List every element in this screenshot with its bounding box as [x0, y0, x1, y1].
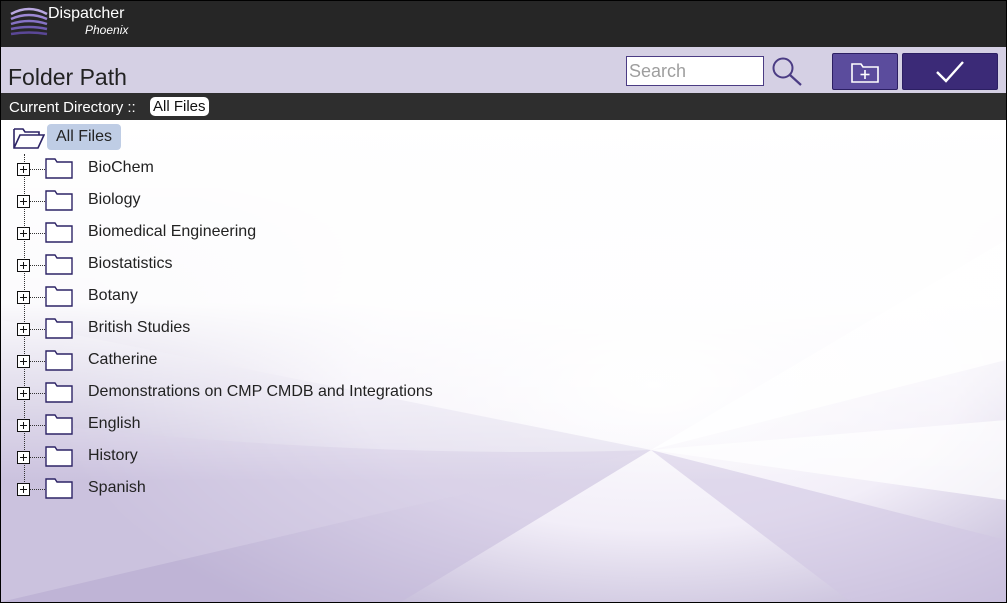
- folder-label[interactable]: English: [88, 415, 140, 433]
- add-folder-icon: [851, 62, 879, 83]
- folder-label[interactable]: Botany: [88, 287, 138, 305]
- page-title: Folder Path: [8, 64, 127, 90]
- folder-open-icon: [13, 128, 45, 149]
- tree-folder-row[interactable]: Catherine: [17, 347, 717, 373]
- plus-expander-icon[interactable]: [17, 451, 30, 464]
- confirm-button[interactable]: [902, 53, 998, 90]
- folder-icon: [45, 158, 73, 179]
- folder-icon: [45, 478, 73, 499]
- checkmark-icon: [936, 60, 964, 83]
- tree-folder-row[interactable]: British Studies: [17, 315, 717, 341]
- tree-folder-row[interactable]: Biomedical Engineering: [17, 219, 717, 245]
- tree-folder-row[interactable]: Biology: [17, 187, 717, 213]
- top-bar: Dispatcher Phoenix: [1, 1, 1006, 47]
- folder-path-window: Dispatcher Phoenix Folder Path Current D…: [0, 0, 1007, 603]
- tree-folder-row[interactable]: Botany: [17, 283, 717, 309]
- tree-folder-row[interactable]: History: [17, 443, 717, 469]
- folder-label[interactable]: BioChem: [88, 159, 154, 177]
- plus-expander-icon[interactable]: [17, 355, 30, 368]
- folder-icon: [45, 222, 73, 243]
- folder-icon: [45, 446, 73, 467]
- dispatcher-logo-icon: [10, 7, 48, 36]
- plus-expander-icon[interactable]: [17, 387, 30, 400]
- tree-root-all-files[interactable]: All Files: [47, 124, 122, 150]
- folder-icon: [45, 318, 73, 339]
- tree-folder-row[interactable]: Spanish: [17, 475, 717, 501]
- folder-label[interactable]: Spanish: [88, 479, 146, 497]
- brand-name: Dispatcher: [48, 5, 125, 22]
- folder-icon: [45, 414, 73, 435]
- plus-expander-icon[interactable]: [17, 227, 30, 240]
- folder-icon: [45, 286, 73, 307]
- brand-subtitle: Phoenix: [85, 23, 129, 37]
- folder-label[interactable]: British Studies: [88, 319, 190, 337]
- tree-folder-row[interactable]: Demonstrations on CMP CMDB and Integrati…: [17, 379, 717, 405]
- plus-expander-icon[interactable]: [17, 163, 30, 176]
- plus-expander-icon[interactable]: [17, 323, 30, 336]
- folder-icon: [45, 254, 73, 275]
- folder-label[interactable]: History: [88, 447, 138, 465]
- folder-icon: [45, 350, 73, 371]
- folder-icon: [45, 190, 73, 211]
- plus-expander-icon[interactable]: [17, 259, 30, 272]
- plus-expander-icon[interactable]: [17, 419, 30, 432]
- folder-label[interactable]: Biomedical Engineering: [88, 223, 256, 241]
- current-directory-label: Current Directory ::: [9, 99, 136, 116]
- plus-expander-icon[interactable]: [17, 483, 30, 496]
- header-bar: Folder Path: [1, 47, 1006, 93]
- folder-tree-panel: All Files BioChem Biology Biomedical Eng…: [1, 120, 1006, 602]
- add-folder-button[interactable]: [832, 53, 898, 90]
- current-directory-value: All Files: [150, 97, 209, 116]
- folder-label[interactable]: Demonstrations on CMP CMDB and Integrati…: [88, 383, 433, 401]
- tree-folder-row[interactable]: English: [17, 411, 717, 437]
- search-input[interactable]: [626, 56, 764, 86]
- folder-label[interactable]: Catherine: [88, 351, 157, 369]
- folder-label[interactable]: Biology: [88, 191, 140, 209]
- search-icon[interactable]: [771, 56, 803, 86]
- current-directory-bar: Current Directory :: All Files: [1, 93, 1006, 120]
- tree-folder-row[interactable]: Biostatistics: [17, 251, 717, 277]
- plus-expander-icon[interactable]: [17, 195, 30, 208]
- folder-icon: [45, 382, 73, 403]
- folder-label[interactable]: Biostatistics: [88, 255, 172, 273]
- tree-folder-row[interactable]: BioChem: [17, 155, 717, 181]
- plus-expander-icon[interactable]: [17, 291, 30, 304]
